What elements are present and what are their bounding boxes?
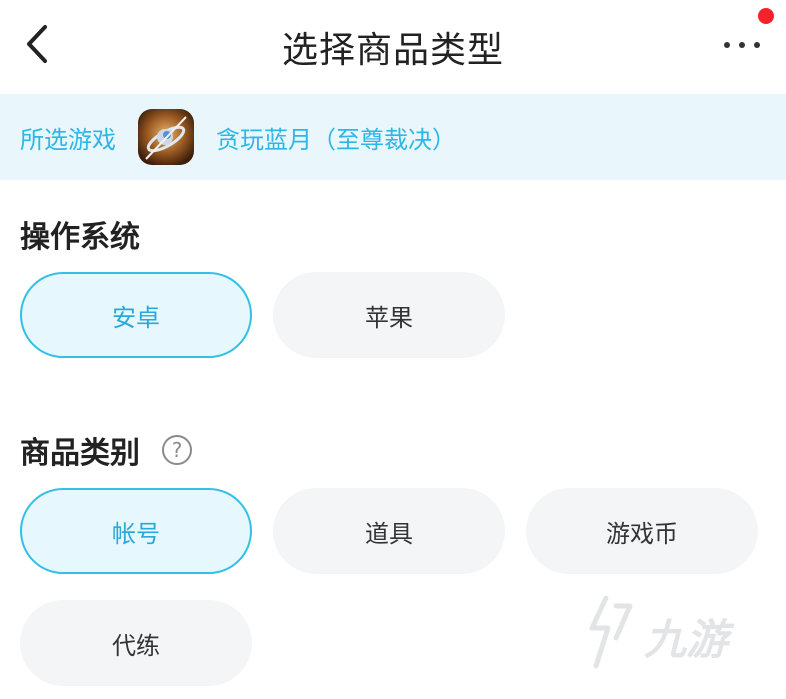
more-dots-icon (754, 42, 760, 48)
game-icon (138, 109, 194, 165)
category-section-title-text: 商品类别 (20, 436, 140, 471)
os-section-title: 操作系统 (20, 212, 140, 256)
os-option-ios[interactable]: 苹果 (273, 272, 505, 358)
os-option-android[interactable]: 安卓 (20, 272, 252, 358)
category-option-boosting[interactable]: 代练 (20, 600, 252, 686)
selected-game-name: 贪玩蓝月（至尊裁决） (216, 125, 456, 154)
watermark-text: 九游 (644, 615, 729, 664)
page-title: 选择商品类型 (281, 30, 504, 71)
notification-badge (758, 8, 774, 24)
category-option-item[interactable]: 道具 (273, 488, 505, 574)
page: 选择商品类型 所选游戏 贪玩蓝月（至尊裁决） 操作系统 安卓 苹果 商品类别 ?… (0, 0, 786, 699)
more-dots-icon (724, 42, 730, 48)
category-option-game-currency[interactable]: 游戏币 (526, 488, 758, 574)
category-option-account[interactable]: 帐号 (20, 488, 252, 574)
more-dots-icon (739, 42, 745, 48)
selected-game-bar[interactable]: 所选游戏 贪玩蓝月（至尊裁决） (0, 94, 786, 180)
category-section-title: 商品类别 ? (20, 428, 192, 472)
question-circle-icon[interactable]: ? (162, 435, 192, 465)
more-button[interactable] (716, 8, 774, 64)
top-bar: 选择商品类型 (0, 0, 786, 94)
selected-game-label: 所选游戏 (20, 125, 116, 154)
jiuyou-watermark-logo: 九游 (586, 588, 756, 678)
os-section-title-text: 操作系统 (20, 220, 140, 255)
